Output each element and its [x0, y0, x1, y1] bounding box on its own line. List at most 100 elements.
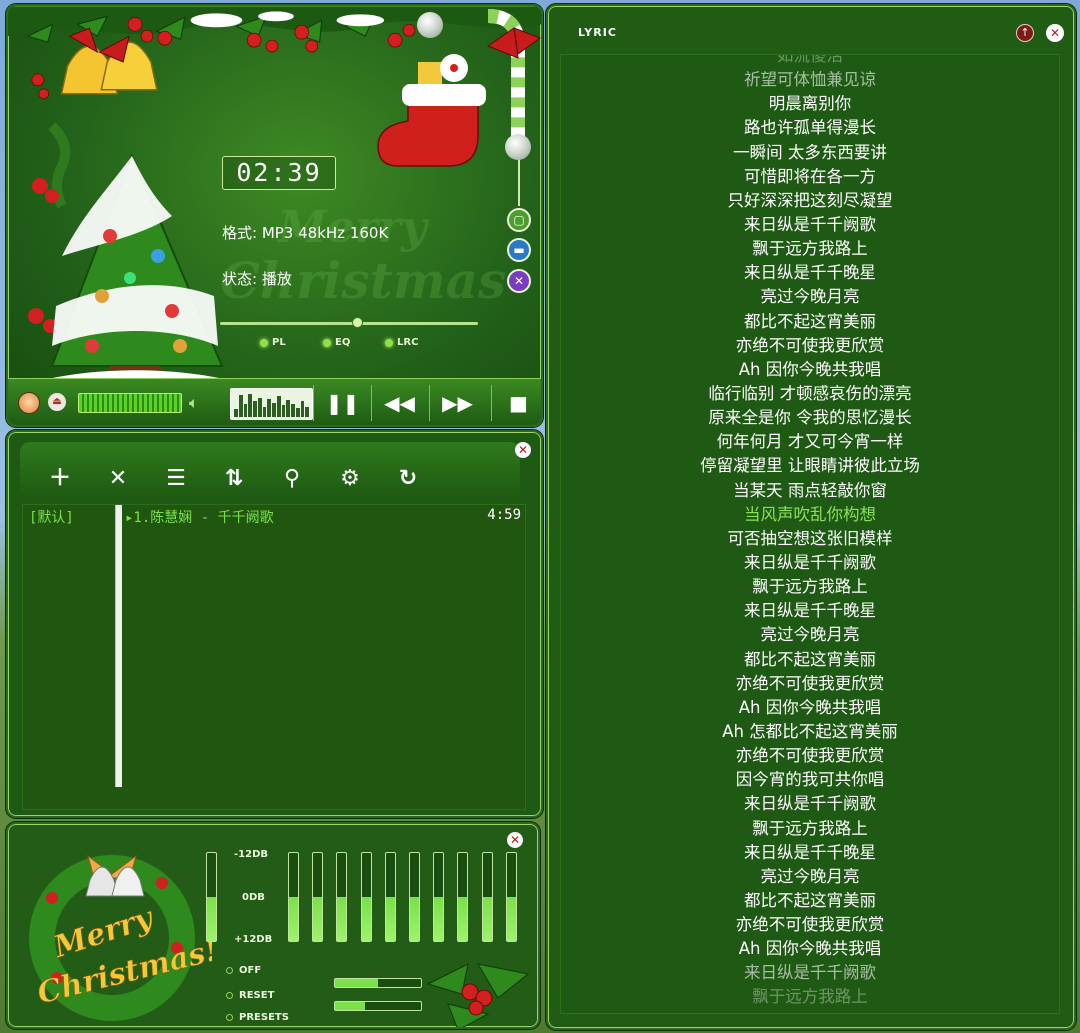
lyric-line: 因今宵的我可共你唱	[735, 770, 885, 790]
lyric-line: 亦绝不可使我更欣赏	[735, 673, 885, 693]
lyric-line: 亮过今晚月亮	[760, 287, 860, 307]
speaker-icon[interactable]: 🔈︎	[189, 393, 199, 413]
lyric-line: 来日纵是千千阙歌	[744, 214, 876, 234]
lyric-line: 可惜即将在各一方	[744, 166, 876, 186]
lyric-line: Ah 因你今晚共我唱	[738, 697, 882, 717]
lyric-line: 路也许孤单得漫长	[744, 118, 876, 138]
close-button[interactable]: ✕	[507, 269, 531, 293]
eq-band-slider[interactable]	[433, 852, 445, 942]
eq-off-label: OFF	[239, 965, 262, 976]
lyric-lines: 如流傻活 祈望可体恤兼见谅 明晨离别你 路也许孤单得漫长 一瞬间 太多东西要讲 可惜即将在…	[561, 54, 1059, 1010]
spectrum-bar	[234, 409, 238, 417]
playlist-toggle-label: PL	[272, 337, 286, 348]
eq-band-slider[interactable]	[360, 852, 372, 942]
lyric-line: 来日纵是千千阙歌	[744, 552, 876, 572]
search-icon[interactable]: ⚲	[276, 467, 308, 491]
add-icon[interactable]: ＋	[44, 467, 76, 491]
volume-slider-track[interactable]	[518, 156, 520, 206]
lyric-line: 当某天 雨点轻敲你窗	[733, 480, 887, 500]
repeat-icon[interactable]: ↻	[392, 467, 424, 491]
radio-icon	[226, 1014, 233, 1021]
playlist-group-default[interactable]: [默认]	[29, 507, 74, 527]
eq-surround-slider[interactable]	[334, 1001, 422, 1011]
radio-icon	[226, 992, 233, 999]
pause-button[interactable]: ❚❚	[313, 385, 371, 421]
sort-icon[interactable]: ⇅	[218, 467, 250, 491]
eq-off-option[interactable]: OFF	[226, 965, 261, 976]
volume-slider-knob[interactable]	[505, 134, 531, 160]
avatar[interactable]	[18, 392, 40, 414]
settings-icon[interactable]: ⚙	[334, 467, 366, 491]
time-display[interactable]: 02:39	[222, 156, 336, 190]
spectrum-bar	[300, 401, 305, 417]
playlist-toolbar: ＋ ✕ ☰ ⇅ ⚲ ⚙ ↻	[44, 467, 424, 491]
playlist-close-button[interactable]: ✕	[515, 442, 531, 458]
eq-band-slider[interactable]	[336, 852, 348, 942]
playlist-toggle[interactable]: PL	[260, 337, 286, 348]
lyric-line: 来日纵是千千阙歌	[744, 794, 876, 814]
volume-bar[interactable]	[78, 393, 182, 413]
lyric-toggle[interactable]: LRC	[385, 337, 418, 348]
stop-button[interactable]: ■	[491, 385, 541, 421]
preamp-slider[interactable]	[206, 852, 217, 942]
lyric-line: 只好深深把这刻尽凝望	[727, 190, 893, 210]
lyric-panel[interactable]: 如流傻活 祈望可体恤兼见谅 明晨离别你 路也许孤单得漫长 一瞬间 太多东西要讲 可惜即将在…	[560, 54, 1060, 1014]
merry-christmas-wreath-decoration: Merry Christmas!	[29, 854, 212, 1021]
seek-bar[interactable]	[220, 322, 478, 325]
lyric-line: 明晨离别你	[768, 94, 852, 114]
track-duration: 4:59	[487, 507, 521, 523]
open-file-button[interactable]: ⏏	[48, 393, 66, 411]
next-button[interactable]: ▶▶	[429, 385, 485, 421]
scale-mid-label: 0DB	[242, 892, 265, 903]
lyric-line: 飘于远方我路上	[752, 239, 868, 259]
lyric-line: 都比不起这宵美丽	[744, 649, 876, 669]
eq-reset-option[interactable]: RESET	[226, 990, 274, 1001]
lyric-line: 祈望可体恤兼见谅	[744, 70, 876, 90]
lyric-line: 如流傻活	[777, 54, 843, 65]
eq-presets-option[interactable]: PRESETS	[226, 1012, 289, 1023]
lyric-line: Ah 因你今晚共我唱	[738, 939, 882, 959]
spectrum-bar	[257, 397, 262, 417]
lyric-line: 亮过今晚月亮	[760, 625, 860, 645]
scale-bottom-label: +12DB	[234, 934, 273, 945]
previous-button[interactable]: ◀◀	[371, 385, 427, 421]
eq-balance-fill	[335, 979, 378, 987]
equalizer-window: Merry Christmas! ✕ -12DB 0DB +12DB OFF R…	[6, 822, 540, 1029]
spectrum-bar	[248, 393, 252, 417]
eq-band-slider[interactable]	[312, 852, 324, 942]
eq-band-slider[interactable]	[481, 852, 493, 942]
equalizer-toggle-label: EQ	[335, 337, 351, 348]
minimize-button[interactable]: ▬	[507, 238, 531, 262]
balance-knob[interactable]	[417, 12, 443, 38]
scale-top-label: -12DB	[234, 849, 268, 860]
close-icon: ✕	[517, 443, 529, 457]
eq-band-slider[interactable]	[457, 852, 469, 942]
playlist-splitter[interactable]	[115, 505, 122, 787]
eq-band-slider[interactable]	[384, 852, 396, 942]
minus-icon: ▬	[513, 243, 525, 257]
arrow-up-icon: ↑	[1020, 26, 1030, 39]
list-icon[interactable]: ☰	[160, 467, 192, 491]
eq-balance-slider[interactable]	[334, 978, 422, 988]
mini-mode-button[interactable]: ▢	[507, 208, 531, 232]
christmas-tree-decoration	[22, 122, 232, 396]
eq-band-slider[interactable]	[505, 852, 517, 942]
remove-icon[interactable]: ✕	[102, 467, 134, 491]
lyric-line: 飘于远方我路上	[752, 577, 868, 597]
lyric-toggle-label: LRC	[397, 337, 419, 348]
spectrum-bar	[295, 407, 300, 417]
lyric-close-button[interactable]: ✕	[1046, 24, 1064, 42]
rewind-icon: ◀◀	[384, 391, 415, 415]
spectrum-visualizer[interactable]	[230, 388, 313, 420]
close-icon: ✕	[1049, 26, 1061, 40]
table-row[interactable]: ▸1.陈慧娴 - 千千阙歌 4:59	[125, 507, 525, 527]
seek-knob[interactable]	[351, 317, 363, 328]
eq-band-slider[interactable]	[288, 852, 299, 942]
radio-icon	[226, 967, 233, 974]
lyric-pin-button[interactable]: ↑	[1016, 24, 1034, 42]
equalizer-close-button[interactable]: ✕	[507, 832, 523, 848]
eq-band-slider[interactable]	[409, 852, 420, 942]
equalizer-toggle[interactable]: EQ	[323, 337, 350, 348]
lyric-line: Ah 因你今晚共我唱	[738, 359, 882, 379]
lyric-line: 来日纵是千千阙歌	[744, 963, 876, 983]
